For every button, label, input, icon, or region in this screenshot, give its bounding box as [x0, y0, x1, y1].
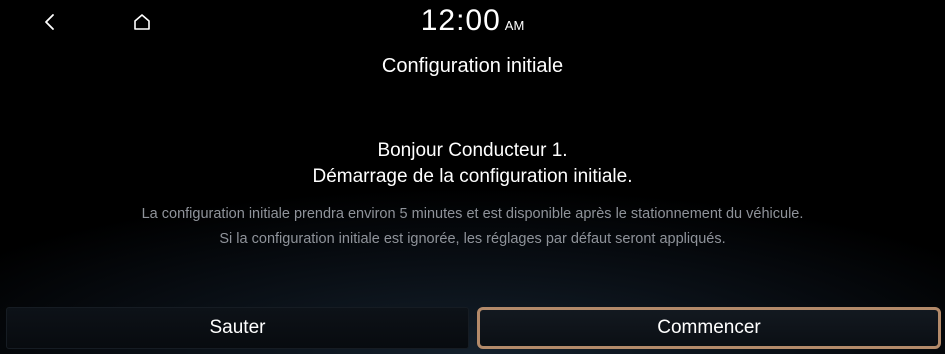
- skip-button-label: Sauter: [209, 317, 266, 338]
- greeting-line-1: Bonjour Conducteur 1.: [377, 140, 568, 161]
- clock-ampm: AM: [504, 18, 525, 33]
- description-line-1: La configuration initiale prendra enviro…: [141, 206, 804, 222]
- page-title: Configuration initiale: [381, 55, 564, 77]
- clock: 12:00 AM: [0, 4, 945, 38]
- clock-time: 12:00: [420, 4, 501, 37]
- greeting-line-2: Démarrage de la configuration initiale.: [312, 166, 633, 187]
- start-button-label: Commencer: [657, 317, 761, 338]
- start-button[interactable]: Commencer: [477, 307, 941, 349]
- greeting: Bonjour Conducteur 1. Démarrage de la co…: [0, 138, 945, 190]
- skip-button[interactable]: Sauter: [6, 307, 469, 349]
- description-line-2: Si la configuration initiale est ignorée…: [219, 231, 726, 247]
- status-bar: 12:00 AM: [0, 0, 945, 48]
- description: La configuration initiale prendra enviro…: [0, 202, 945, 252]
- setup-screen: 12:00 AM Configuration initiale Bonjour C…: [0, 0, 945, 354]
